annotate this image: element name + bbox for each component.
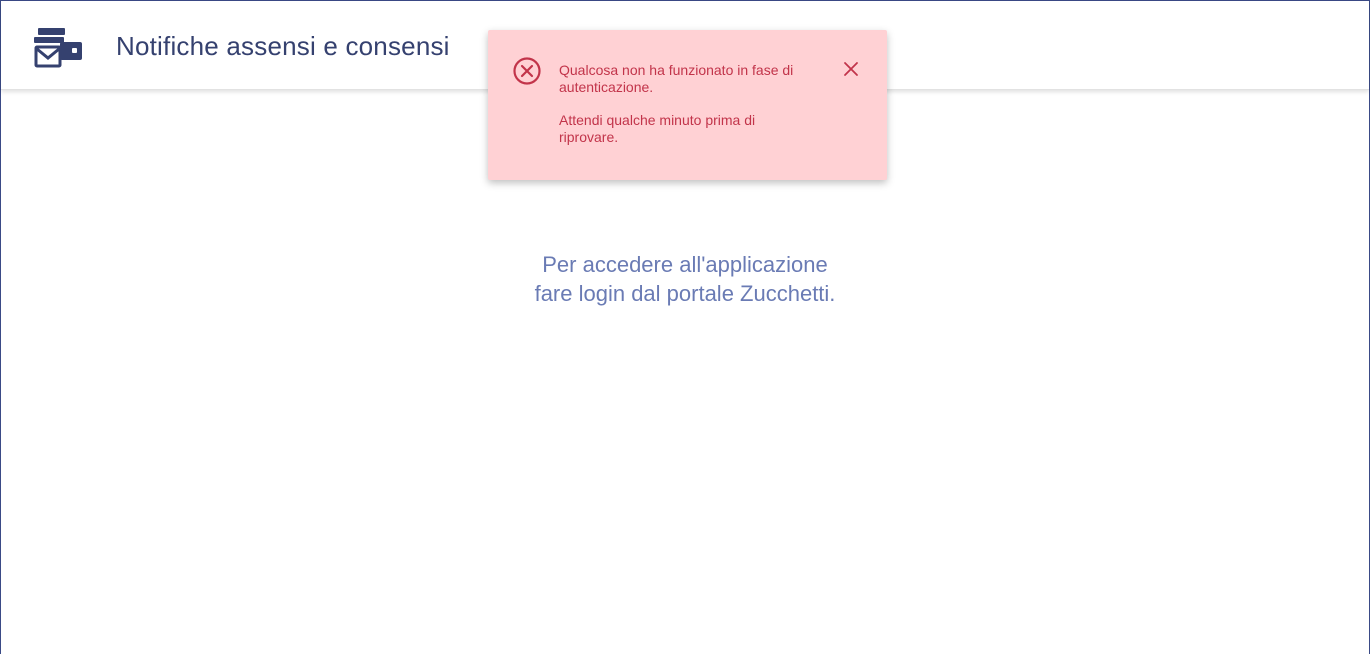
error-hint-line-1: Attendi qualche minuto prima di: [559, 112, 756, 128]
app-window: Notifiche assensi e consensi Per acceder…: [0, 0, 1370, 654]
login-message-line-2: fare login dal portale Zucchetti.: [534, 281, 836, 306]
error-message-line-1: Qualcosa non ha funzionato in fase di: [559, 62, 794, 78]
error-message-line-2: autenticazione.: [559, 79, 654, 95]
close-icon[interactable]: [842, 60, 860, 78]
login-message: Per accedere all'applicazione fare login…: [1, 250, 1369, 308]
error-toast-message: Qualcosa non ha funzionato in fase di au…: [559, 62, 829, 146]
error-toast: Qualcosa non ha funzionato in fase di au…: [488, 30, 887, 180]
login-message-line-1: Per accedere all'applicazione: [542, 252, 828, 277]
envelopes-wallet-icon: [34, 28, 82, 68]
app-title: Notifiche assensi e consensi: [116, 31, 450, 61]
error-circle-x-icon: [513, 57, 541, 85]
error-hint-line-2: riprovare.: [559, 129, 619, 145]
error-message-spacer: [559, 96, 829, 112]
